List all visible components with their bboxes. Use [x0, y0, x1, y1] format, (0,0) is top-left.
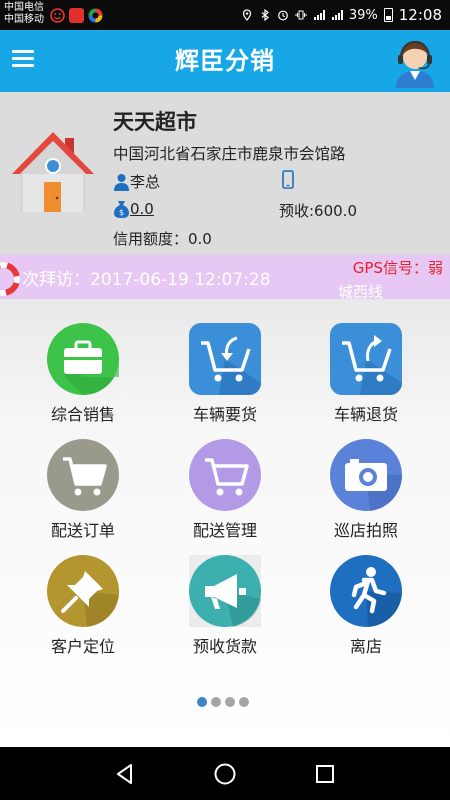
route-name: 城西线: [338, 283, 384, 301]
clock: 12:08: [398, 6, 442, 24]
cart-return-out-icon: [330, 323, 402, 395]
store-contact: 李总: [113, 171, 160, 192]
notification-colorful-icon: [88, 8, 103, 23]
menu-label: 配送订单: [50, 521, 115, 540]
phone-icon[interactable]: [282, 170, 294, 189]
menu-label: 巡店拍照: [333, 521, 398, 540]
menu-item-store-photo[interactable]: 巡店拍照: [306, 439, 426, 549]
location-icon: [242, 9, 251, 21]
battery-percent: 39%: [348, 7, 378, 23]
credit-limit: 信用额度：0.0: [113, 230, 212, 248]
menu-item-prepayment[interactable]: 预收货款: [165, 555, 285, 665]
app-bar: 辉臣分销: [0, 30, 450, 92]
menu-item-leave-store[interactable]: 离店: [306, 555, 426, 665]
store-name: 天天超市: [113, 110, 197, 134]
menu-label: 离店: [349, 637, 382, 656]
carrier-2: 中国移动: [4, 14, 44, 25]
menu-label: 客户定位: [50, 637, 115, 656]
notification-app-icon: [69, 8, 84, 23]
signal-icon-2: [331, 10, 343, 20]
prepaid-amount: 预收:600.0: [279, 202, 357, 220]
page-dot[interactable]: [197, 697, 207, 707]
customer-service-avatar-icon[interactable]: [390, 36, 440, 88]
menu-label: 车辆退货: [333, 405, 398, 424]
recents-square-icon[interactable]: [312, 761, 338, 787]
home-circle-icon[interactable]: [212, 761, 238, 787]
bluetooth-icon: [261, 9, 269, 21]
cart-outline-icon: [189, 439, 261, 511]
cart-return-in-icon: [189, 323, 261, 395]
status-bar: 中国电信 中国移动 39% 12:08: [0, 0, 450, 30]
menu-item-comprehensive-sales[interactable]: 综合销售: [23, 323, 143, 433]
cart-icon: [47, 439, 119, 511]
menu-label: 综合销售: [50, 405, 115, 424]
store-balance[interactable]: $ 0.0: [113, 200, 154, 218]
store-address: 中国河北省石家庄市鹿泉市会馆路: [113, 145, 346, 163]
menu-item-delivery-management[interactable]: 配送管理: [165, 439, 285, 549]
balance-value[interactable]: 0.0: [130, 200, 154, 218]
gps-signal: GPS信号：弱: [352, 259, 443, 277]
carrier-labels: 中国电信 中国移动: [4, 2, 44, 26]
vibrate-icon: [295, 10, 307, 20]
menu-item-vehicle-request[interactable]: 车辆要货: [165, 323, 285, 433]
menu-label: 配送管理: [192, 521, 257, 540]
app-title: 辉臣分销: [175, 47, 275, 75]
menu-label: 预收货款: [192, 637, 257, 656]
money-bag-icon: $: [114, 201, 129, 218]
alarm-icon: [277, 10, 288, 21]
pushpin-icon: [47, 555, 119, 627]
menu-item-customer-location[interactable]: 客户定位: [23, 555, 143, 665]
svg-text:$: $: [119, 208, 124, 217]
briefcase-icon: [47, 323, 119, 395]
menu-item-delivery-orders[interactable]: 配送订单: [23, 439, 143, 549]
page-indicator: [197, 697, 249, 707]
status-right: 39% 12:08: [241, 0, 442, 30]
function-grid: 综合销售 车辆要货 车辆退货 配送订单 配送管理 巡店拍照 客户定位 预收货款 …: [0, 283, 450, 747]
notification-smiley-icon: [50, 8, 65, 23]
page-dot[interactable]: [239, 697, 249, 707]
lifebuoy-icon: [0, 262, 20, 296]
menu-item-vehicle-return[interactable]: 车辆退货: [306, 323, 426, 433]
menu-label: 车辆要货: [192, 405, 257, 424]
person-icon: [114, 173, 129, 191]
last-visit-time: 次拜访：2017-06-19 12:07:28: [22, 270, 271, 290]
page-dot[interactable]: [225, 697, 235, 707]
system-nav-bar: [0, 747, 450, 800]
battery-icon: [383, 8, 393, 22]
back-triangle-icon[interactable]: [112, 761, 138, 787]
running-exit-icon: [330, 555, 402, 627]
page-dot[interactable]: [211, 697, 221, 707]
carrier-1: 中国电信: [4, 2, 44, 13]
store-house-icon: [12, 132, 94, 212]
contact-name: 李总: [130, 173, 161, 191]
signal-icon: [313, 10, 325, 20]
megaphone-icon: [189, 555, 261, 627]
camera-icon: [330, 439, 402, 511]
store-info-card[interactable]: 天天超市 中国河北省石家庄市鹿泉市会馆路 李总 $ 0.0 预收:600.0 信…: [0, 92, 450, 255]
